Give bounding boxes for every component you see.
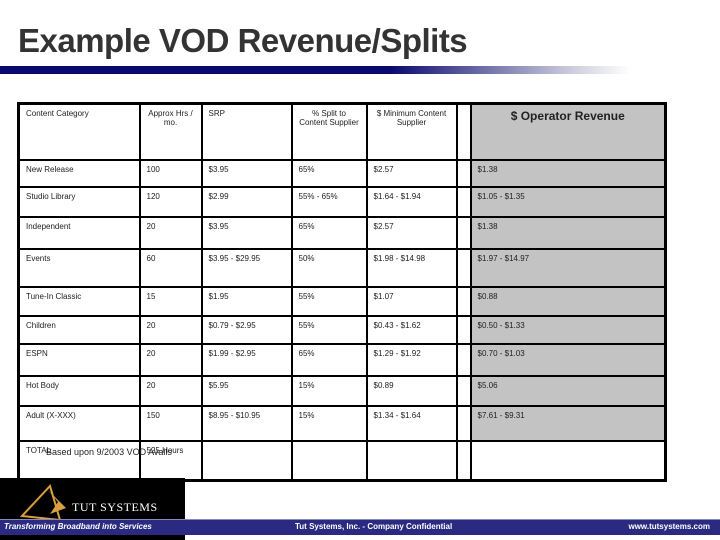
table-cell: $1.05 - $1.35 xyxy=(469,186,667,218)
table-cell: Hot Body xyxy=(17,375,141,407)
table-cell: 15% xyxy=(290,375,368,407)
table-cell: 55% xyxy=(290,315,368,345)
spacer-cell xyxy=(455,159,472,188)
table-row: ESPN 20 $1.99 - $2.95 65% $1.29 - $1.92 $0.70… xyxy=(17,343,667,377)
table-cell: 20 xyxy=(138,375,203,407)
table-cell: 20 xyxy=(138,315,203,345)
spacer-cell xyxy=(455,216,472,250)
table-cell: $1.07 xyxy=(365,286,458,317)
column-header: $ Minimum Content Supplier xyxy=(365,102,458,161)
table-cell xyxy=(200,440,293,482)
table-cell: 65% xyxy=(290,159,368,188)
table-cell: 55% xyxy=(290,286,368,317)
tagline: Transforming Broadband into Services xyxy=(4,522,152,531)
table-cell: $7.61 - $9.31 xyxy=(469,405,667,442)
table-cell: Children xyxy=(17,315,141,345)
table-cell: $8.95 - $10.95 xyxy=(200,405,293,442)
table-cell: $1.98 - $14.98 xyxy=(365,248,458,288)
table-cell: Events xyxy=(17,248,141,288)
spacer-cell xyxy=(455,102,472,161)
column-header: Approx Hrs / mo. xyxy=(138,102,203,161)
column-header: Content Category xyxy=(17,102,141,161)
table-cell: $1.95 xyxy=(200,286,293,317)
table-cell: $2.57 xyxy=(365,159,458,188)
table-cell: Studio Library xyxy=(17,186,141,218)
table-cell: 20 xyxy=(138,343,203,377)
table-cell: $0.70 - $1.03 xyxy=(469,343,667,377)
table-cell: $1.29 - $1.92 xyxy=(365,343,458,377)
footnote: Based upon 9/2003 VOD Avails xyxy=(46,447,172,457)
table-row: New Release 100 $3.95 65% $2.57 $1.38 xyxy=(17,159,667,188)
revenue-table: Content Category Approx Hrs / mo. SRP% Spl… xyxy=(17,102,667,482)
table-cell: 65% xyxy=(290,216,368,250)
table-cell: $1.34 - $1.64 xyxy=(365,405,458,442)
table-cell: $0.43 - $1.62 xyxy=(365,315,458,345)
table-cell: $2.99 xyxy=(200,186,293,218)
logo-text: TUT SYSTEMS xyxy=(72,500,158,514)
table-cell: $3.95 xyxy=(200,159,293,188)
spacer-cell xyxy=(455,405,472,442)
footer-band: Transforming Broadband into Services Tut… xyxy=(0,519,720,535)
table-row: Adult (X-XXX) 150 $8.95 - $10.95 15% $1.34 -… xyxy=(17,405,667,442)
table-row: Hot Body 20 $5.95 15% $0.89 $5.06 xyxy=(17,375,667,407)
table-cell: $0.88 xyxy=(469,286,667,317)
table-cell: 20 xyxy=(138,216,203,250)
table-cell: $1.38 xyxy=(469,216,667,250)
spacer-cell xyxy=(455,315,472,345)
table-cell: 120 xyxy=(138,186,203,218)
table-cell: 150 xyxy=(138,405,203,442)
table-cell: 15% xyxy=(290,405,368,442)
table-cell: $1.38 xyxy=(469,159,667,188)
table-cell: 50% xyxy=(290,248,368,288)
table-cell xyxy=(290,440,368,482)
table-cell: ESPN xyxy=(17,343,141,377)
table-cell xyxy=(469,440,667,482)
table-cell: $1.97 - $14.97 xyxy=(469,248,667,288)
confidential-notice: Tut Systems, Inc. - Company Confidential xyxy=(295,522,453,531)
table-row: Children 20 $0.79 - $2.95 55% $0.43 - $1.62 $… xyxy=(17,315,667,345)
table-row: Events 60 $3.95 - $29.95 50% $1.98 - $14.98 $… xyxy=(17,248,667,288)
table-row: Independent 20 $3.95 65% $2.57 $1.38 xyxy=(17,216,667,250)
table-cell: $3.95 - $29.95 xyxy=(200,248,293,288)
table-cell: $0.89 xyxy=(365,375,458,407)
table-cell: $0.50 - $1.33 xyxy=(469,315,667,345)
table-cell: Independent xyxy=(17,216,141,250)
spacer-cell xyxy=(455,186,472,218)
spacer-cell xyxy=(455,343,472,377)
spacer-cell xyxy=(455,248,472,288)
table-cell: Tune-In Classic xyxy=(17,286,141,317)
table-cell: $5.06 xyxy=(469,375,667,407)
table-cell: 15 xyxy=(138,286,203,317)
table-row: Studio Library 120 $2.99 55% - 65% $1.64 - $… xyxy=(17,186,667,218)
table-cell: 65% xyxy=(290,343,368,377)
column-header: SRP xyxy=(200,102,293,161)
table-row: Tune-In Classic 15 $1.95 55% $1.07 $0.88 xyxy=(17,286,667,317)
table-cell: $5.95 xyxy=(200,375,293,407)
page-title: Example VOD Revenue/Splits xyxy=(18,22,468,59)
table-cell: $1.99 - $2.95 xyxy=(200,343,293,377)
table-cell: 100 xyxy=(138,159,203,188)
header-row: Content Category Approx Hrs / mo. SRP% Spl… xyxy=(17,102,667,161)
table-cell: 55% - 65% xyxy=(290,186,368,218)
table-cell xyxy=(365,440,458,482)
table-cell: $1.64 - $1.94 xyxy=(365,186,458,218)
column-header: % Split to Content Supplier xyxy=(290,102,368,161)
spacer-cell xyxy=(455,440,472,482)
table-cell: Adult (X-XXX) xyxy=(17,405,141,442)
table-cell: New Release xyxy=(17,159,141,188)
title-rule xyxy=(0,66,630,74)
table-cell: $3.95 xyxy=(200,216,293,250)
table-cell: 60 xyxy=(138,248,203,288)
column-header: $ Operator Revenue xyxy=(469,102,667,161)
spacer-cell xyxy=(455,286,472,317)
table-cell: $0.79 - $2.95 xyxy=(200,315,293,345)
logo-mark-icon xyxy=(20,484,66,522)
website-link[interactable]: www.tutsystems.com xyxy=(628,522,710,531)
spacer-cell xyxy=(455,375,472,407)
table-cell: $2.57 xyxy=(365,216,458,250)
